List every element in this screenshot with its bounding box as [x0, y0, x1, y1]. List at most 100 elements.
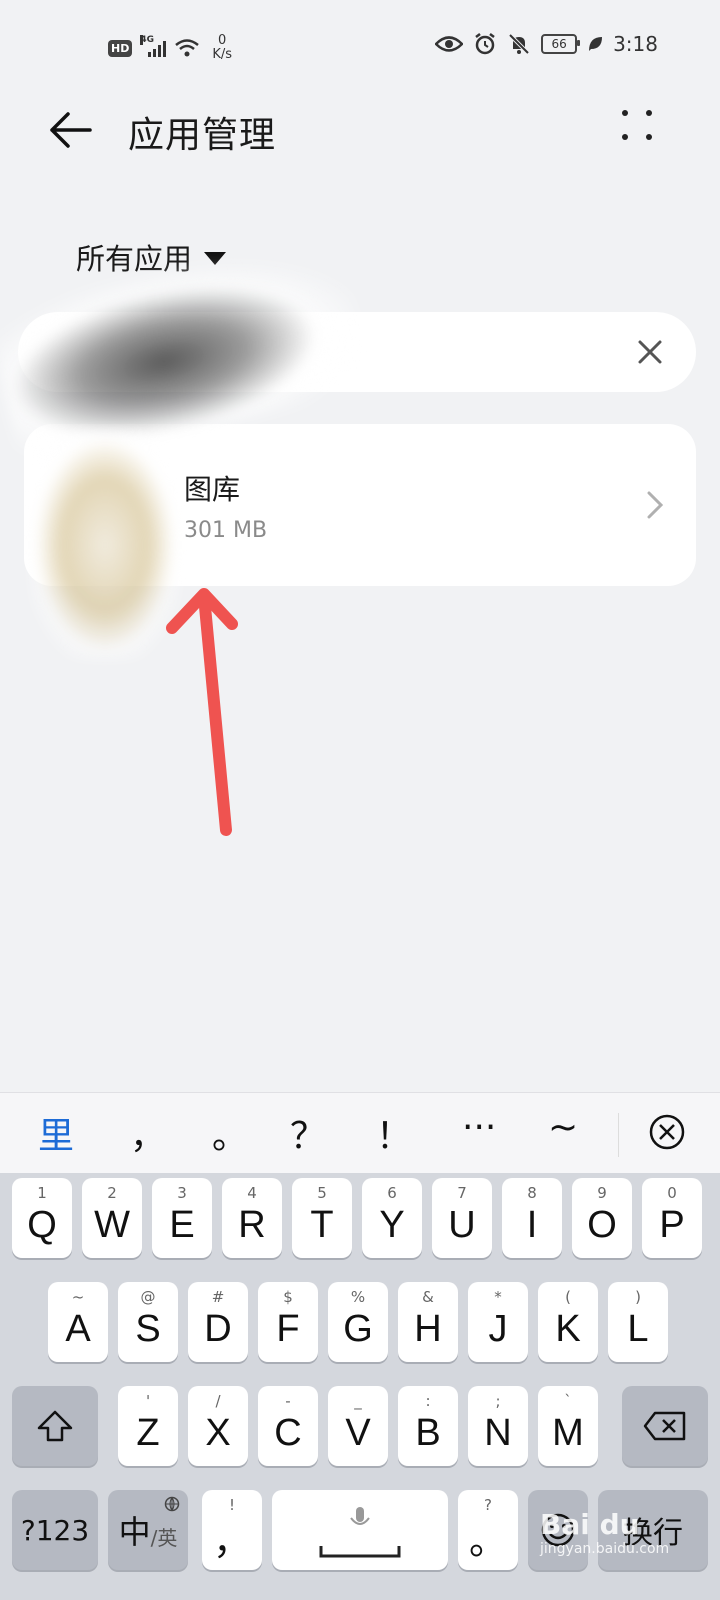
- key-sub: 6: [387, 1184, 397, 1202]
- key-sub: /: [215, 1392, 221, 1410]
- key-label: E: [169, 1203, 195, 1246]
- key-label: M: [552, 1411, 584, 1454]
- key-m[interactable]: ` M: [538, 1386, 598, 1466]
- key-g[interactable]: % G: [328, 1282, 388, 1362]
- key-p[interactable]: 0P: [642, 1178, 702, 1258]
- battery-icon: 66: [541, 34, 581, 54]
- key-b[interactable]: :B: [398, 1386, 458, 1466]
- key-sub: ': [145, 1392, 151, 1410]
- key-label: P: [659, 1203, 685, 1246]
- key-o[interactable]: 9O: [572, 1178, 632, 1258]
- watermark-brand: Bai du: [540, 1508, 640, 1541]
- key-sub: -: [285, 1392, 291, 1410]
- alarm-icon: [475, 33, 495, 55]
- language-switch-key[interactable]: 中 /英: [108, 1490, 188, 1570]
- key-label: K: [555, 1307, 581, 1350]
- key-label: C: [274, 1411, 302, 1454]
- more-dot-icon: [622, 134, 628, 140]
- clear-candidates-icon[interactable]: [648, 1113, 686, 1151]
- key-sub: %: [350, 1288, 366, 1306]
- watermark-site: jingyan.baidu.com: [540, 1541, 670, 1557]
- page-title: 应用管理: [128, 115, 277, 156]
- key-sub: *: [494, 1288, 502, 1306]
- key-sub: /英: [150, 1525, 178, 1550]
- key-s[interactable]: @ S: [118, 1282, 178, 1362]
- leaf-icon: [589, 37, 603, 51]
- key-label: Y: [379, 1203, 405, 1246]
- candidate-item[interactable]: 里: [38, 1107, 74, 1159]
- key-e[interactable]: 3E: [152, 1178, 212, 1258]
- comma-key[interactable]: !，: [202, 1490, 262, 1570]
- key-u[interactable]: 7U: [432, 1178, 492, 1258]
- key-sub: 4: [247, 1184, 257, 1202]
- key-label: F: [276, 1307, 300, 1350]
- app-name: 图库: [184, 473, 241, 506]
- key-label: G: [343, 1307, 373, 1350]
- chevron-right-icon: [647, 491, 664, 519]
- key-v[interactable]: _ V: [328, 1386, 388, 1466]
- key-label: 中: [118, 1513, 151, 1551]
- key-q[interactable]: 1Q: [12, 1178, 72, 1258]
- key-label: D: [204, 1307, 232, 1350]
- app-size: 301 MB: [184, 518, 268, 543]
- more-dot-icon: [646, 134, 652, 140]
- key-sub: #: [211, 1288, 225, 1306]
- spacebar-icon: [319, 1546, 401, 1558]
- key-label: S: [135, 1307, 161, 1350]
- clock: 3:18: [613, 32, 658, 56]
- key-z[interactable]: ' Z: [118, 1386, 178, 1466]
- more-dot-icon: [646, 110, 652, 116]
- speed-unit: K/s: [212, 47, 233, 62]
- key-t[interactable]: 5T: [292, 1178, 352, 1258]
- candidate-item[interactable]: ···: [462, 1107, 496, 1148]
- key-n[interactable]: ; N: [468, 1386, 528, 1466]
- candidate-divider: [618, 1113, 619, 1157]
- candidate-item[interactable]: ！: [376, 1107, 412, 1159]
- candidate-item[interactable]: 。: [212, 1107, 248, 1159]
- key-r[interactable]: 4R: [222, 1178, 282, 1258]
- key-h[interactable]: & H: [398, 1282, 458, 1362]
- backspace-key[interactable]: [622, 1386, 708, 1466]
- candidate-item[interactable]: ，: [130, 1107, 166, 1159]
- key-sub: 2: [107, 1184, 117, 1202]
- key-label: J: [488, 1307, 508, 1350]
- key-j[interactable]: * J: [468, 1282, 528, 1362]
- key-k[interactable]: (K: [538, 1282, 598, 1362]
- shift-key[interactable]: [12, 1386, 98, 1466]
- key-l[interactable]: ) L: [608, 1282, 668, 1362]
- status-bar: HD 4G 0 K/s 66 3:18: [0, 28, 720, 68]
- clear-search-icon[interactable]: [632, 334, 668, 370]
- symbols-key[interactable]: ?123: [12, 1490, 98, 1570]
- key-a[interactable]: ~ A: [48, 1282, 108, 1362]
- key-y[interactable]: 6Y: [362, 1178, 422, 1258]
- key-i[interactable]: 8I: [502, 1178, 562, 1258]
- key-c[interactable]: -C: [258, 1386, 318, 1466]
- key-label: B: [415, 1411, 441, 1454]
- period-key[interactable]: ?。: [458, 1490, 518, 1570]
- key-sub: `: [564, 1392, 572, 1410]
- key-x[interactable]: / X: [188, 1386, 248, 1466]
- back-arrow-icon: [50, 112, 92, 148]
- key-sub: (: [565, 1288, 571, 1306]
- key-d[interactable]: # D: [188, 1282, 248, 1362]
- hd-badge: HD: [108, 39, 133, 57]
- key-f[interactable]: $ F: [258, 1282, 318, 1362]
- watermark: Bai du jingyan.baidu.com: [540, 1508, 669, 1557]
- candidate-item[interactable]: ？: [290, 1107, 326, 1159]
- key-sub: &: [422, 1288, 434, 1306]
- back-button[interactable]: [44, 104, 96, 156]
- key-sub: 8: [527, 1184, 537, 1202]
- key-label: 。: [468, 1520, 507, 1563]
- battery-level: 66: [551, 37, 567, 51]
- key-w[interactable]: 2W: [82, 1178, 142, 1258]
- status-left: HD 4G 0 K/s: [108, 34, 232, 62]
- network-speed: 0 K/s: [212, 34, 232, 62]
- speed-value: 0: [218, 33, 227, 48]
- more-options-button[interactable]: [622, 110, 658, 146]
- candidate-item[interactable]: ~: [548, 1107, 578, 1148]
- key-label: R: [238, 1203, 266, 1246]
- key-sub: 3: [177, 1184, 187, 1202]
- space-key[interactable]: [272, 1490, 448, 1570]
- key-label: X: [205, 1411, 231, 1454]
- key-label: Z: [136, 1411, 160, 1454]
